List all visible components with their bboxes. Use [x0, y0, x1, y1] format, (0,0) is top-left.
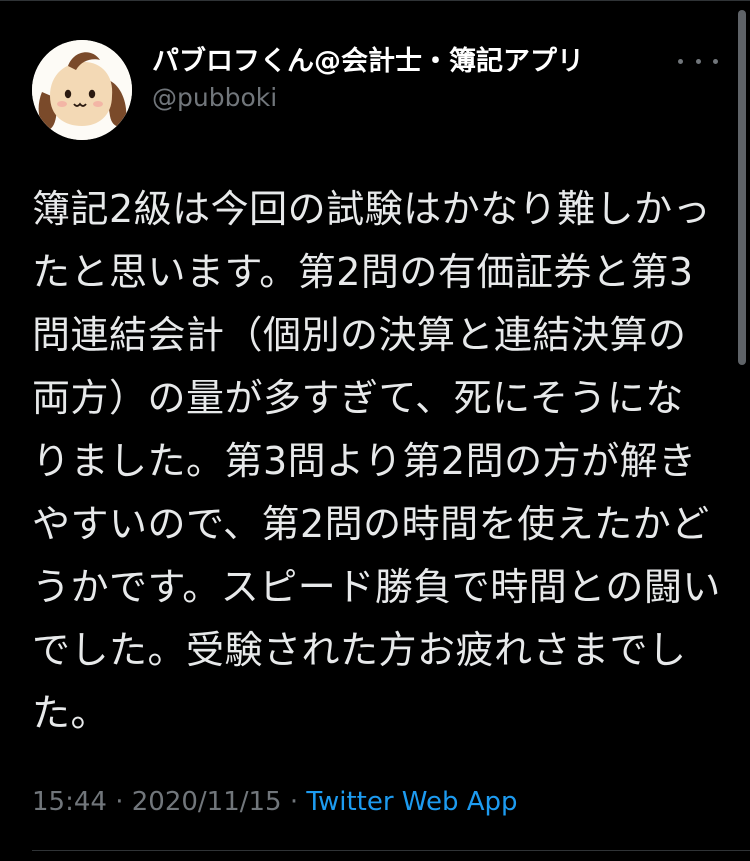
more-horizontal-icon [678, 58, 683, 64]
tweet-metadata: 15:44 · 2020/11/15 · Twitter Web App [32, 782, 518, 822]
bottom-divider [32, 850, 750, 851]
dog-avatar-icon [32, 40, 132, 140]
more-horizontal-icon-dot [695, 58, 701, 64]
tweet-text: 簿記2級は今回の試験はかなり難しかったと思います。第2問の有価証券と第3問連結会… [32, 187, 721, 735]
author-display-name[interactable]: パブロフくん@会計士・簿記アプリ [152, 44, 672, 80]
tweet-date[interactable]: 2020/11/15 [132, 787, 282, 817]
author-avatar[interactable] [32, 40, 132, 140]
tweet-time[interactable]: 15:44 [32, 787, 107, 817]
author-handle[interactable]: @pubboki [152, 80, 672, 116]
meta-separator: · [289, 787, 299, 817]
author-info: パブロフくん@会計士・簿記アプリ @pubboki [152, 44, 672, 116]
tweet-source-link[interactable]: Twitter Web App [306, 787, 517, 817]
more-options-button[interactable] [678, 46, 718, 76]
tweet: パブロフくん@会計士・簿記アプリ @pubboki 簿記2級は今回の試験はかなり… [0, 0, 750, 861]
more-horizontal-icon-dot [713, 58, 718, 64]
scrollbar[interactable] [738, 10, 746, 365]
meta-separator: · [115, 787, 124, 817]
